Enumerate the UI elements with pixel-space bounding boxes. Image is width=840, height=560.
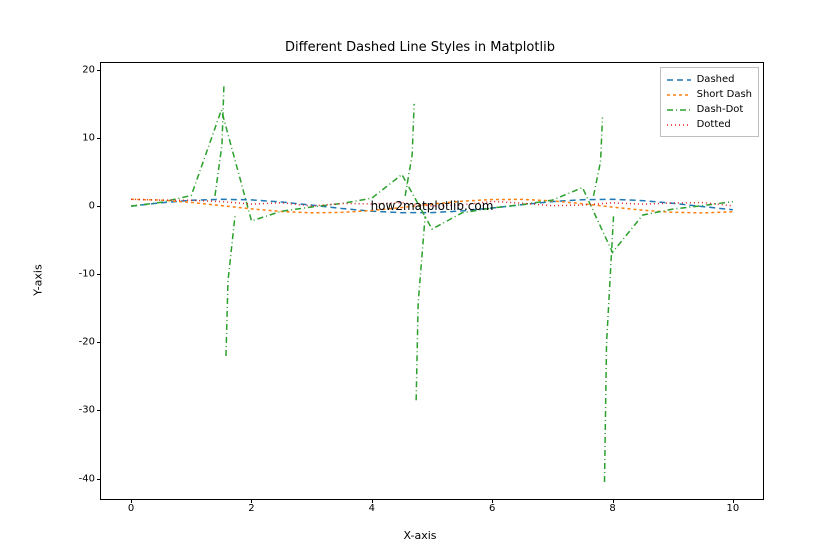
y-tick-mark	[97, 70, 101, 71]
y-tick-mark	[97, 206, 101, 207]
x-tick-label: 8	[609, 503, 615, 514]
figure: Different Dashed Line Styles in Matplotl…	[0, 0, 840, 560]
y-tick-mark	[97, 479, 101, 480]
y-tick-label: -30	[55, 405, 95, 416]
y-tick-label: -10	[55, 269, 95, 280]
legend-item-dotted: Dotted	[667, 117, 752, 132]
series-spike	[226, 216, 235, 356]
y-tick-mark	[97, 410, 101, 411]
y-tick-label: 20	[55, 64, 95, 75]
legend-label: Short Dash	[697, 87, 752, 102]
x-tick-label: 6	[489, 503, 495, 514]
line-icon	[667, 105, 691, 115]
legend-label: Dotted	[697, 117, 731, 132]
legend: Dashed Short Dash Dash-Dot Dotted	[660, 67, 759, 137]
y-axis-label: Y-axis	[32, 264, 45, 295]
series-spike	[594, 118, 603, 196]
legend-label: Dash-Dot	[697, 102, 744, 117]
line-icon	[667, 90, 691, 100]
x-axis-label: X-axis	[0, 529, 840, 542]
legend-item-dashdot: Dash-Dot	[667, 102, 752, 117]
y-tick-mark	[97, 274, 101, 275]
series-spike	[605, 216, 614, 482]
line-icon	[667, 75, 691, 85]
y-tick-label: -40	[55, 473, 95, 484]
legend-item-shortdash: Short Dash	[667, 87, 752, 102]
series-dash-dot	[131, 110, 733, 252]
x-tick-label: 2	[248, 503, 254, 514]
y-tick-label: 0	[55, 201, 95, 212]
y-tick-label: 10	[55, 132, 95, 143]
plot-area: how2matplotlib.com Dashed Short Dash Das…	[100, 62, 764, 500]
series-spike	[405, 104, 414, 196]
series-spike	[416, 216, 425, 400]
x-tick-label: 0	[128, 503, 134, 514]
watermark-annotation: how2matplotlib.com	[371, 199, 494, 213]
legend-label: Dashed	[697, 72, 735, 87]
x-tick-label: 4	[369, 503, 375, 514]
chart-title: Different Dashed Line Styles in Matplotl…	[0, 40, 840, 55]
line-icon	[667, 120, 691, 130]
y-tick-mark	[97, 138, 101, 139]
x-tick-label: 10	[727, 503, 740, 514]
y-tick-mark	[97, 342, 101, 343]
series-spike	[215, 83, 224, 195]
y-tick-label: -20	[55, 337, 95, 348]
legend-item-dashed: Dashed	[667, 72, 752, 87]
